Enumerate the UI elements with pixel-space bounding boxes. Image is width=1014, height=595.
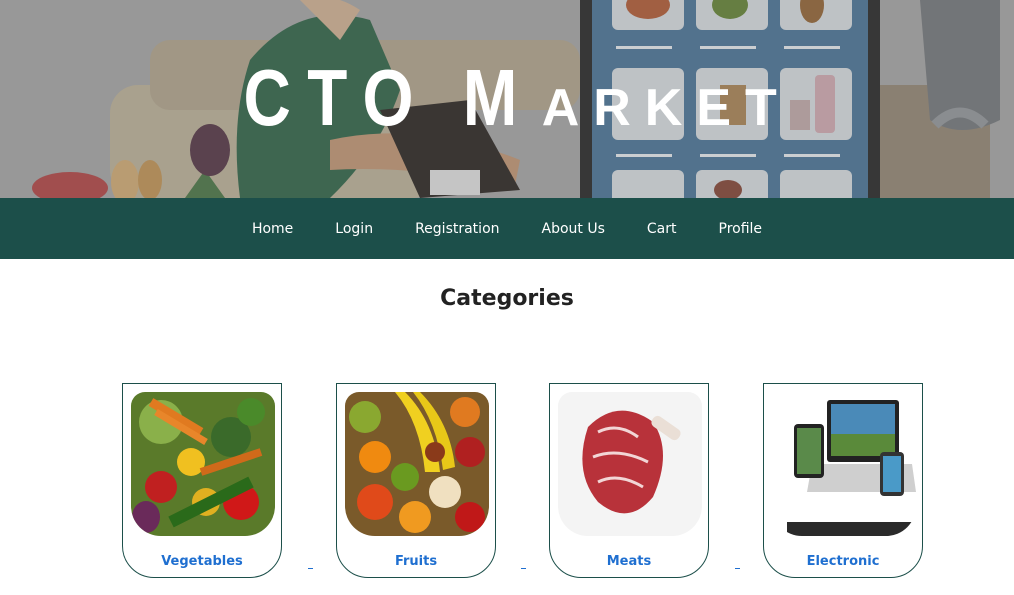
- logo-initial-m: M: [462, 53, 534, 142]
- hero-banner: CTO M ARKET: [0, 0, 1014, 198]
- nav-home[interactable]: Home: [252, 221, 293, 237]
- nav-cart[interactable]: Cart: [647, 221, 677, 237]
- category-card-electronic[interactable]: Electronic: [763, 383, 923, 578]
- vegetables-label[interactable]: Vegetables: [123, 554, 281, 569]
- logo-word-market: ARKET: [541, 79, 791, 137]
- logo-word-cto: CTO: [243, 53, 431, 142]
- electronic-image: [772, 392, 916, 536]
- nav-registration[interactable]: Registration: [415, 221, 499, 237]
- main-nav: Home Login Registration About Us Cart Pr…: [0, 198, 1014, 259]
- card-separator: [735, 568, 740, 569]
- card-separator: [521, 568, 526, 569]
- card-separator: [308, 568, 313, 569]
- electronic-label[interactable]: Electronic: [764, 554, 922, 569]
- category-card-meats[interactable]: Meats: [549, 383, 709, 578]
- category-card-fruits[interactable]: Fruits: [336, 383, 496, 578]
- category-card-vegetables[interactable]: Vegetables: [122, 383, 282, 578]
- nav-login[interactable]: Login: [335, 221, 373, 237]
- vegetables-image: [131, 392, 275, 536]
- meats-image: [558, 392, 702, 536]
- fruits-image: [345, 392, 489, 536]
- categories-heading: Categories: [440, 286, 574, 311]
- nav-about-us[interactable]: About Us: [542, 221, 605, 237]
- fruits-label[interactable]: Fruits: [337, 554, 495, 569]
- meats-label[interactable]: Meats: [550, 554, 708, 569]
- nav-profile[interactable]: Profile: [719, 221, 763, 237]
- site-logo: CTO M ARKET: [0, 52, 1014, 144]
